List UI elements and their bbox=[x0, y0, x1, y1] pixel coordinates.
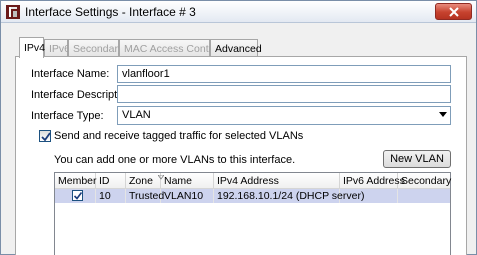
cell-member[interactable] bbox=[55, 189, 96, 203]
cell-zone: Trusted bbox=[126, 189, 164, 203]
member-checkbox[interactable] bbox=[72, 190, 83, 201]
close-icon bbox=[449, 7, 459, 17]
checkmark-icon bbox=[41, 132, 51, 142]
interface-settings-window: Interface Settings - Interface # 3 IPv4 … bbox=[0, 0, 477, 255]
column-header-secondary[interactable]: Secondary bbox=[398, 173, 452, 189]
column-header-zone[interactable]: Zone bbox=[126, 173, 164, 189]
vlan-table-header: Member ID Zone Name IPv4 Address IPv6 Ad… bbox=[55, 173, 452, 189]
cell-ipv6 bbox=[340, 189, 398, 203]
tab-secondary: Secondary bbox=[68, 39, 123, 57]
column-header-ipv4[interactable]: IPv4 Address bbox=[214, 173, 340, 189]
checkmark-icon bbox=[73, 192, 83, 200]
column-header-member[interactable]: Member bbox=[55, 173, 97, 189]
interface-type-label: Interface Type: bbox=[31, 110, 104, 122]
tab-ipv6: IPv6 bbox=[44, 39, 70, 57]
new-vlan-button[interactable]: New VLAN bbox=[383, 150, 451, 168]
tab-advanced[interactable]: Advanced bbox=[210, 39, 262, 57]
vlan-table: Member ID Zone Name IPv4 Address IPv6 Ad… bbox=[54, 172, 451, 255]
table-row[interactable]: 10 Trusted VLAN10 192.168.10.1/24 (DHCP … bbox=[55, 189, 450, 203]
window-title: Interface Settings - Interface # 3 bbox=[25, 5, 196, 19]
column-header-ipv6[interactable]: IPv6 Address bbox=[340, 173, 405, 189]
vlan-hint-text: You can add one or more VLANs to this in… bbox=[54, 154, 296, 166]
column-header-id[interactable]: ID bbox=[96, 173, 126, 189]
interface-description-input[interactable] bbox=[117, 85, 451, 103]
close-button[interactable] bbox=[435, 3, 472, 20]
app-icon bbox=[6, 5, 20, 19]
interface-type-select[interactable]: VLAN bbox=[117, 106, 451, 125]
column-header-name[interactable]: Name bbox=[161, 173, 214, 189]
title-bar[interactable]: Interface Settings - Interface # 3 bbox=[1, 1, 476, 23]
cell-name: VLAN10 bbox=[161, 189, 214, 203]
interface-name-input[interactable]: vlanfloor1 bbox=[117, 65, 451, 83]
dropdown-arrow-icon bbox=[439, 112, 447, 117]
tagged-traffic-label[interactable]: Send and receive tagged traffic for sele… bbox=[54, 130, 303, 142]
cell-secondary bbox=[398, 189, 452, 203]
cell-id: 10 bbox=[96, 189, 126, 203]
tab-ipv4[interactable]: IPv4 bbox=[19, 37, 45, 58]
interface-name-label: Interface Name: bbox=[31, 68, 110, 80]
interface-type-value: VLAN bbox=[122, 109, 151, 121]
tagged-traffic-checkbox[interactable] bbox=[39, 130, 51, 142]
column-header-zone-label: Zone bbox=[129, 175, 153, 187]
cell-ipv4: 192.168.10.1/24 (DHCP server) bbox=[214, 189, 364, 203]
tab-mac-access-control: MAC Access Control bbox=[119, 39, 220, 57]
